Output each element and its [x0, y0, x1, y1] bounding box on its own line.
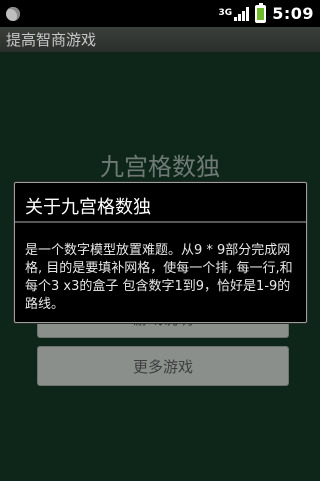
battery-charging-icon: [255, 2, 267, 23]
status-time: 5:09: [272, 4, 314, 23]
dialog-divider: [15, 221, 306, 223]
about-dialog[interactable]: 关于九宫格数独 是一个数字模型放置难题。从9 * 9部分完成网格, 目的是要填补…: [14, 182, 307, 323]
more-games-button-label: 更多游戏: [132, 357, 193, 376]
status-bar: 3G 5:09: [0, 0, 320, 27]
screen: 3G 5:09 提高智商游戏 九宫格数独 难度 游戏说明: [0, 0, 320, 481]
game-title: 九宫格数独: [100, 153, 220, 181]
network-type-label: 3G: [218, 8, 233, 18]
app-title: 提高智商游戏: [6, 31, 97, 49]
moon-icon: [6, 6, 20, 21]
more-games-button[interactable]: 更多游戏: [37, 346, 289, 386]
signal-icon: [234, 6, 250, 21]
app-title-bar: 提高智商游戏: [0, 27, 320, 52]
dialog-title: 关于九宫格数独: [25, 197, 151, 218]
dialog-body: 是一个数字模型放置难题。从9 * 9部分完成网格, 目的是要填补网格，使每一个排…: [25, 243, 293, 312]
